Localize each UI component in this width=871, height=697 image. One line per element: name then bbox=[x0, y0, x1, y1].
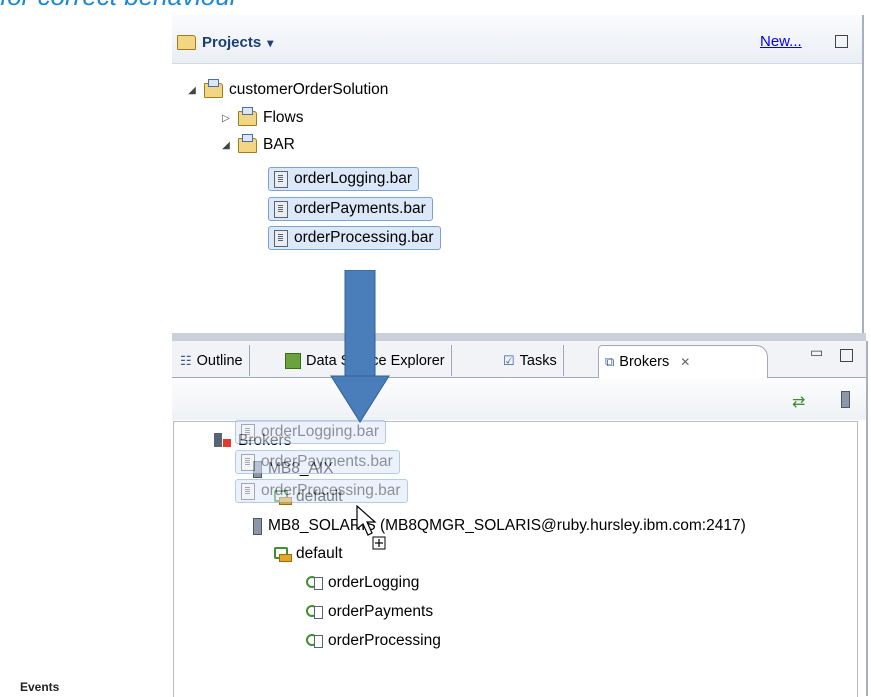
tree-item-bar-folder[interactable]: ◢ BAR bbox=[220, 133, 295, 154]
tab-label: Outline bbox=[196, 352, 243, 369]
ghost-bar-file: orderProcessing.bar bbox=[235, 479, 408, 503]
tab-label: Tasks bbox=[519, 352, 557, 369]
message-flow-icon bbox=[306, 604, 323, 620]
tree-item-deployed-flow[interactable]: orderProcessing bbox=[306, 632, 441, 650]
brokers-panel: ☷ Outline Data Source Explorer ☑ Tasks ⧉… bbox=[172, 341, 868, 697]
outline-icon: ☷ bbox=[180, 352, 192, 368]
projects-panel: Projects ▾ New... ◢ customerOrderSolutio… bbox=[172, 15, 864, 333]
bar-file-icon bbox=[274, 200, 288, 218]
project-label: customerOrderSolution bbox=[229, 81, 389, 98]
tree-item-bar-file[interactable]: orderProcessing.bar bbox=[268, 226, 441, 250]
drag-cursor-icon bbox=[356, 505, 386, 550]
brokers-icon: ⧉ bbox=[605, 354, 615, 369]
projects-header: Projects ▾ New... bbox=[172, 15, 862, 64]
message-flow-icon bbox=[306, 575, 323, 591]
tab-brokers[interactable]: ⧉ Brokers ✕ bbox=[598, 345, 768, 378]
drag-arrow-icon bbox=[330, 270, 390, 423]
project-folder-icon bbox=[204, 78, 223, 98]
tab-tasks[interactable]: ☑ Tasks bbox=[497, 345, 564, 376]
tab-bar: ☷ Outline Data Source Explorer ☑ Tasks ⧉… bbox=[172, 341, 866, 378]
ghost-bar-file: orderPayments.bar bbox=[235, 450, 400, 474]
tree-item-deployed-flow[interactable]: orderPayments bbox=[306, 603, 433, 621]
footer-label: Events bbox=[20, 680, 60, 694]
bar-file-icon bbox=[274, 229, 288, 247]
deployed-flow-label: orderPayments bbox=[328, 603, 434, 620]
tab-outline[interactable]: ☷ Outline bbox=[174, 345, 250, 376]
dropdown-arrow-icon: ▾ bbox=[267, 35, 274, 50]
bar-file-icon bbox=[241, 453, 255, 471]
tree-item-deployed-flow[interactable]: orderLogging bbox=[306, 574, 419, 592]
new-link[interactable]: New... bbox=[760, 33, 802, 50]
maximize-icon[interactable] bbox=[835, 35, 848, 48]
tree-item-flows[interactable]: ▷ Flows bbox=[220, 106, 304, 127]
projects-title-button[interactable]: Projects ▾ bbox=[177, 34, 273, 51]
broker-icon bbox=[253, 517, 262, 535]
bar-folder-icon bbox=[238, 133, 257, 153]
tree-item-project[interactable]: ◢ customerOrderSolution bbox=[186, 78, 389, 99]
bar-folder-label: BAR bbox=[263, 136, 295, 153]
brokers-toolbar: ⇄ bbox=[172, 378, 866, 420]
tree-item-execution-group[interactable]: default bbox=[274, 545, 343, 563]
brokers-root-icon bbox=[214, 433, 232, 449]
deployed-flow-label: orderLogging bbox=[328, 574, 420, 591]
flows-label: Flows bbox=[263, 109, 304, 126]
deployed-flow-label: orderProcessing bbox=[328, 632, 441, 649]
expanded-arrow-icon[interactable]: ◢ bbox=[186, 85, 198, 96]
database-icon bbox=[285, 352, 301, 369]
execution-group-label: default bbox=[296, 545, 343, 562]
tree-item-bar-file[interactable]: orderPayments.bar bbox=[268, 197, 433, 221]
tree-item-broker[interactable]: MB8_SOLARIS (MB8QMGR_SOLARIS@ruby.hursle… bbox=[253, 517, 746, 535]
bar-file-label: orderLogging.bar bbox=[294, 170, 413, 187]
page-heading: for correct behaviour bbox=[0, 0, 238, 12]
maximize-icon[interactable] bbox=[840, 349, 853, 362]
bar-file-icon bbox=[274, 170, 288, 188]
execution-group-icon bbox=[274, 547, 292, 562]
tasks-icon: ☑ bbox=[503, 352, 515, 368]
ghost-label: orderProcessing.bar bbox=[261, 482, 401, 499]
minimize-icon[interactable]: ▭ bbox=[810, 345, 823, 361]
panel-splitter[interactable] bbox=[172, 333, 866, 341]
broker-label: MB8_SOLARIS (MB8QMGR_SOLARIS@ruby.hursle… bbox=[268, 517, 746, 534]
expanded-arrow-icon[interactable]: ◢ bbox=[220, 140, 232, 151]
flows-folder-icon bbox=[238, 106, 257, 126]
bar-file-icon bbox=[241, 482, 255, 500]
bar-file-label: orderPayments.bar bbox=[294, 200, 426, 217]
collapsed-arrow-icon[interactable]: ▷ bbox=[220, 113, 232, 124]
tree-item-bar-file[interactable]: orderLogging.bar bbox=[268, 167, 420, 191]
message-flow-icon bbox=[306, 633, 323, 649]
bar-file-label: orderProcessing.bar bbox=[294, 229, 434, 246]
tab-label: Brokers bbox=[619, 354, 670, 370]
projects-title: Projects bbox=[202, 34, 262, 51]
folder-open-icon bbox=[177, 35, 196, 50]
connect-icon[interactable]: ⇄ bbox=[792, 392, 805, 411]
broker-icon[interactable] bbox=[841, 391, 850, 408]
ghost-label: orderPayments.bar bbox=[261, 453, 393, 470]
bar-file-icon bbox=[241, 423, 255, 441]
close-icon[interactable]: ✕ bbox=[680, 355, 690, 369]
